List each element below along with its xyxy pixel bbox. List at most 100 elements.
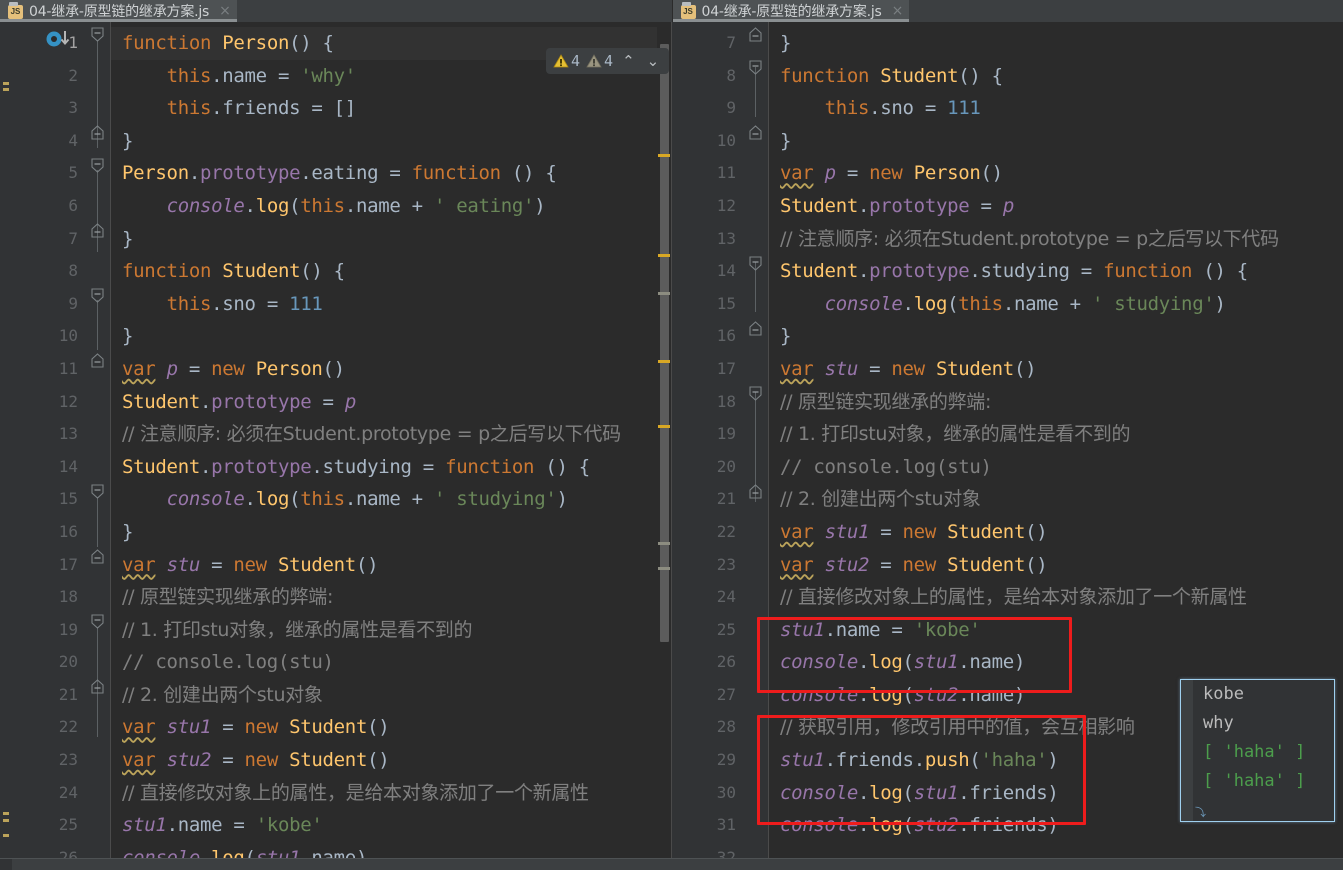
line-number: 29 bbox=[716, 750, 736, 770]
editor-tab-bar: JS 04-继承-原型链的继承方案.js × JS 04-继承-原型链的继承方案… bbox=[0, 0, 1343, 22]
line-number: 13 bbox=[58, 424, 78, 444]
code-line[interactable]: // 原型链实现继承的弊端: bbox=[768, 386, 1343, 419]
code-line[interactable]: } bbox=[768, 125, 1343, 158]
code-line[interactable]: var p = new Person() bbox=[768, 157, 1343, 190]
code-line[interactable]: var stu2 = new Student() bbox=[768, 549, 1343, 582]
code-line[interactable]: var stu2 = new Student() bbox=[110, 744, 671, 777]
code-line[interactable]: stu1.name = 'kobe' bbox=[768, 614, 1343, 647]
fold-collapse-icon[interactable] bbox=[90, 158, 105, 173]
fold-collapse-icon[interactable] bbox=[748, 386, 763, 401]
line-number: 18 bbox=[716, 391, 736, 411]
code-line[interactable]: stu1.name = 'kobe' bbox=[110, 809, 671, 842]
code-line[interactable]: this.sno = 111 bbox=[768, 92, 1343, 125]
fold-expand-icon[interactable] bbox=[748, 484, 763, 499]
code-line[interactable]: Student.prototype.studying = function ()… bbox=[110, 451, 671, 484]
weak-warning-count-group[interactable]: 4 bbox=[584, 52, 615, 70]
code-line[interactable]: var stu = new Student() bbox=[110, 549, 671, 582]
code-line[interactable]: // 直接修改对象上的属性，是给本对象添加了一个新属性 bbox=[110, 777, 671, 810]
weak-warning-count: 4 bbox=[604, 52, 614, 70]
fold-collapse-icon[interactable] bbox=[748, 256, 763, 271]
right-fold-column[interactable] bbox=[744, 22, 768, 870]
left-fold-column[interactable] bbox=[86, 22, 110, 870]
code-line[interactable]: // 注意顺序: 必须在Student.prototype = p之后写以下代码 bbox=[110, 418, 671, 451]
code-line[interactable]: // 2. 创建出两个stu对象 bbox=[110, 679, 671, 712]
line-number: 7 bbox=[726, 33, 736, 52]
line-number: 17 bbox=[716, 358, 736, 378]
fold-expand-icon[interactable] bbox=[90, 223, 105, 238]
fold-collapse-icon[interactable] bbox=[90, 27, 105, 42]
code-line[interactable]: // 注意顺序: 必须在Student.prototype = p之后写以下代码 bbox=[768, 223, 1343, 256]
fold-expand-icon[interactable] bbox=[90, 549, 105, 564]
code-line[interactable]: } bbox=[768, 27, 1343, 60]
chevron-up-icon[interactable]: ⌃ bbox=[617, 52, 640, 70]
close-icon[interactable]: × bbox=[888, 4, 904, 18]
warning-count: 4 bbox=[571, 52, 581, 70]
fold-expand-icon[interactable] bbox=[90, 125, 105, 140]
line-number: 27 bbox=[716, 684, 736, 704]
fold-collapse-icon[interactable] bbox=[748, 60, 763, 75]
fold-collapse-icon[interactable] bbox=[90, 614, 105, 629]
code-line[interactable]: this.sno = 111 bbox=[110, 288, 671, 321]
line-number: 23 bbox=[716, 554, 736, 574]
fold-collapse-icon[interactable] bbox=[90, 484, 105, 499]
console-caret-icon: ⤵ bbox=[1195, 806, 1206, 819]
code-line[interactable]: // 原型链实现继承的弊端: bbox=[110, 581, 671, 614]
code-line[interactable]: // 1. 打印stu对象，继承的属性是看不到的 bbox=[110, 614, 671, 647]
tab-file-left[interactable]: JS 04-继承-原型链的继承方案.js × bbox=[0, 0, 237, 22]
left-marker-strip[interactable] bbox=[0, 22, 12, 870]
line-number: 10 bbox=[58, 326, 78, 346]
ide-window: JS 04-继承-原型链的继承方案.js × JS 04-继承-原型链的继承方案… bbox=[0, 0, 1343, 870]
code-line[interactable]: var stu = new Student() bbox=[768, 353, 1343, 386]
tab-group-left: JS 04-继承-原型链的继承方案.js × bbox=[0, 0, 672, 22]
inspection-widget[interactable]: 4 4 ⌃ ⌄ bbox=[546, 48, 670, 74]
tab-file-right[interactable]: JS 04-继承-原型链的继承方案.js × bbox=[672, 0, 910, 22]
code-line[interactable]: var stu1 = new Student() bbox=[768, 516, 1343, 549]
warning-triangle-icon bbox=[553, 53, 569, 67]
fold-expand-icon[interactable] bbox=[748, 321, 763, 336]
close-icon[interactable]: × bbox=[215, 4, 231, 18]
line-number: 10 bbox=[716, 130, 736, 150]
code-line[interactable]: // console.log(stu) bbox=[110, 646, 671, 679]
code-line[interactable]: Student.prototype = p bbox=[110, 386, 671, 419]
code-line[interactable]: var stu1 = new Student() bbox=[110, 711, 671, 744]
fold-expand-icon[interactable] bbox=[748, 125, 763, 140]
code-line[interactable]: // 1. 打印stu对象，继承的属性是看不到的 bbox=[768, 418, 1343, 451]
fold-expand-icon[interactable] bbox=[90, 353, 105, 368]
line-number: 12 bbox=[716, 195, 736, 215]
line-number: 25 bbox=[716, 619, 736, 639]
line-number: 4 bbox=[68, 130, 78, 150]
code-line[interactable]: } bbox=[110, 516, 671, 549]
line-number: 9 bbox=[726, 98, 736, 118]
code-line[interactable]: console.log(stu1.name) bbox=[768, 646, 1343, 679]
fold-collapse-icon[interactable] bbox=[90, 288, 105, 303]
fold-expand-icon[interactable] bbox=[90, 679, 105, 694]
run-gutter-icon[interactable] bbox=[46, 30, 78, 48]
line-number: 18 bbox=[58, 587, 78, 607]
editor-split-area: 1 2 3 4 5 6 7 8 9 10 11 12 13 14 15 16 17 18 19 20 21 22 23 24 2… bbox=[0, 22, 1343, 870]
code-line[interactable]: // console.log(stu) bbox=[768, 451, 1343, 484]
code-line[interactable]: // 直接修改对象上的属性，是给本对象添加了一个新属性 bbox=[768, 581, 1343, 614]
code-line[interactable]: console.log(this.name + ' studying') bbox=[768, 288, 1343, 321]
code-line[interactable]: Student.prototype.studying = function ()… bbox=[768, 255, 1343, 288]
code-line[interactable]: console.log(this.name + ' studying') bbox=[110, 483, 671, 516]
code-line[interactable]: } bbox=[768, 320, 1343, 353]
left-code-area[interactable]: function Person() { this.name = 'why' th… bbox=[110, 22, 671, 870]
code-line[interactable]: } bbox=[110, 320, 671, 353]
code-line[interactable]: Person.prototype.eating = function () { bbox=[110, 157, 671, 190]
left-editor-scrollbar[interactable] bbox=[657, 22, 671, 870]
code-line[interactable]: } bbox=[110, 223, 671, 256]
code-line[interactable]: console.log(this.name + ' eating') bbox=[110, 190, 671, 223]
code-line[interactable]: var p = new Person() bbox=[110, 353, 671, 386]
code-line[interactable]: // 2. 创建出两个stu对象 bbox=[768, 483, 1343, 516]
code-line[interactable]: this.friends = [] bbox=[110, 92, 671, 125]
code-line[interactable]: function Student() { bbox=[110, 255, 671, 288]
fold-expand-icon[interactable] bbox=[748, 27, 763, 42]
warning-count-group[interactable]: 4 bbox=[551, 52, 582, 70]
code-line[interactable]: Student.prototype = p bbox=[768, 190, 1343, 223]
code-line[interactable]: } bbox=[110, 125, 671, 158]
console-row: [ 'haha' ] bbox=[1203, 742, 1306, 762]
code-line[interactable]: function Student() { bbox=[768, 60, 1343, 93]
console-output-popup[interactable]: kobe why [ 'haha' ] [ 'haha' ] ⤵ bbox=[1180, 679, 1335, 822]
line-number: 14 bbox=[58, 456, 78, 476]
chevron-down-icon[interactable]: ⌄ bbox=[642, 52, 665, 70]
